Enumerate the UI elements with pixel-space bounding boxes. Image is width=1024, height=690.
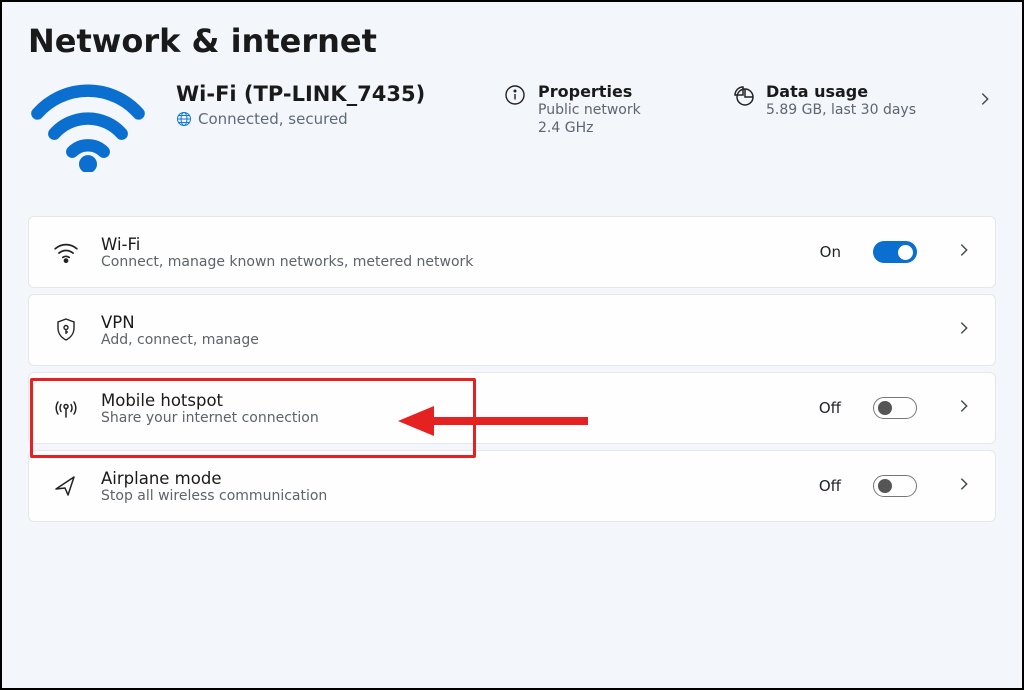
setting-state: On — [820, 243, 841, 261]
setting-mobile-hotspot[interactable]: Mobile hotspot Share your internet conne… — [28, 372, 996, 444]
chevron-right-icon[interactable] — [976, 90, 996, 112]
chevron-right-icon[interactable] — [955, 241, 975, 263]
page-title: Network & internet — [28, 22, 996, 60]
properties-line1: Public network — [538, 101, 641, 119]
globe-icon — [176, 111, 192, 127]
shield-key-icon — [53, 317, 79, 343]
current-network: Wi-Fi (TP-LINK_7435) Connected, secured — [176, 82, 476, 128]
wifi-icon — [53, 239, 79, 265]
current-network-state: Connected, secured — [198, 110, 348, 128]
wifi-signal-icon — [28, 82, 148, 172]
data-usage-icon — [732, 84, 754, 106]
setting-title: Wi-Fi — [101, 235, 798, 254]
data-usage-title: Data usage — [766, 82, 916, 101]
setting-state: Off — [819, 477, 841, 495]
setting-title: Mobile hotspot — [101, 391, 797, 410]
setting-subtitle: Add, connect, manage — [101, 332, 917, 348]
hotspot-toggle[interactable] — [873, 397, 917, 419]
properties-link[interactable]: Properties Public network 2.4 GHz — [504, 82, 704, 137]
chevron-right-icon[interactable] — [955, 319, 975, 341]
wifi-toggle[interactable] — [873, 241, 917, 263]
info-icon — [504, 84, 526, 106]
properties-title: Properties — [538, 82, 641, 101]
setting-vpn[interactable]: VPN Add, connect, manage — [28, 294, 996, 366]
setting-wifi[interactable]: Wi-Fi Connect, manage known networks, me… — [28, 216, 996, 288]
network-status-block: Wi-Fi (TP-LINK_7435) Connected, secured — [28, 82, 996, 172]
chevron-right-icon[interactable] — [955, 397, 975, 419]
setting-subtitle: Stop all wireless communication — [101, 488, 797, 504]
data-usage-link[interactable]: Data usage 5.89 GB, last 30 days — [732, 82, 942, 119]
setting-subtitle: Connect, manage known networks, metered … — [101, 254, 798, 270]
setting-state: Off — [819, 399, 841, 417]
setting-subtitle: Share your internet connection — [101, 410, 797, 426]
setting-airplane-mode[interactable]: Airplane mode Stop all wireless communic… — [28, 450, 996, 522]
properties-line2: 2.4 GHz — [538, 119, 641, 137]
hotspot-icon — [53, 395, 79, 421]
data-usage-line1: 5.89 GB, last 30 days — [766, 101, 916, 119]
chevron-right-icon[interactable] — [955, 475, 975, 497]
settings-list: Wi-Fi Connect, manage known networks, me… — [28, 216, 996, 522]
airplane-toggle[interactable] — [873, 475, 917, 497]
current-network-name: Wi-Fi (TP-LINK_7435) — [176, 82, 476, 106]
setting-title: VPN — [101, 313, 917, 332]
airplane-icon — [53, 473, 79, 499]
setting-title: Airplane mode — [101, 469, 797, 488]
